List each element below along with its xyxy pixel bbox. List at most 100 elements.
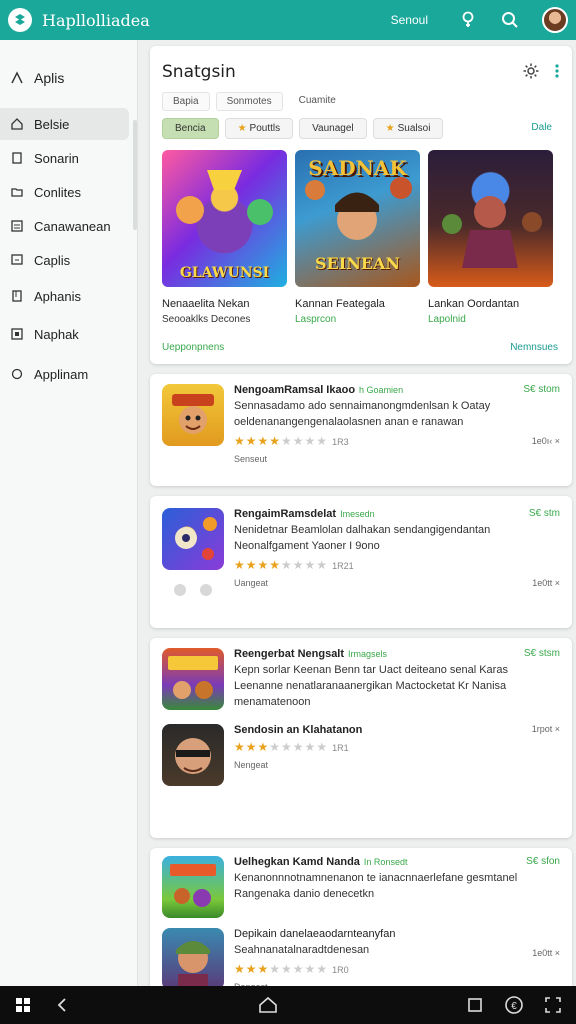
- app-body: Uelhegkan Kamd Nanda In Ronsedt S€ sfon K…: [234, 856, 560, 902]
- sidebar-heading[interactable]: Aplis: [0, 62, 129, 94]
- app-icon: [162, 508, 224, 570]
- chip-bencia[interactable]: Bencia: [162, 118, 219, 139]
- sidebar-item-label: Naphak: [34, 326, 79, 342]
- tile-overlay-title: SEINEAN: [314, 254, 401, 273]
- sidebar: Aplis Belsie Sonarin Conlites Canawanean…: [0, 40, 138, 986]
- tile-name: Kannan Feategala: [295, 298, 385, 310]
- app-description: Kepn sorlar Keenan Benn tar Uact deitean…: [234, 664, 508, 708]
- rating-stars: ★★★★★★★★ 1R1: [234, 740, 349, 754]
- featured-actions: [522, 62, 560, 85]
- app-category: Nengeat: [234, 760, 269, 770]
- app-price: S€ sfon: [526, 856, 560, 867]
- account-label[interactable]: Senoul: [391, 13, 428, 27]
- chip-label: Bencia: [175, 123, 206, 134]
- app-description: Kenanonnnotnamnenanon te ianacnnaerlefan…: [234, 872, 518, 900]
- app-title: Reengerbat Nengsalt Irmagsels: [234, 648, 560, 660]
- app-badges: [174, 584, 212, 596]
- search-icon[interactable]: [500, 10, 520, 30]
- home-icon[interactable]: [257, 994, 279, 1016]
- app-card[interactable]: RengaimRamsdelat Imesedn S€ stm Nenidetna…: [150, 496, 572, 628]
- app-title: Uelhegkan Kamd Nanda In Ronsedt: [234, 856, 560, 868]
- featured-tile-3[interactable]: [428, 150, 553, 287]
- chip-sualsoi[interactable]: ★ Sualsoi: [372, 118, 444, 139]
- app-tag: In Ronsedt: [363, 857, 408, 867]
- back-icon[interactable]: [51, 994, 73, 1016]
- sidebar-scrollbar[interactable]: [133, 120, 137, 230]
- app-body: Reengerbat Nengsalt Irmagsels S€ stsm Kep…: [234, 648, 560, 710]
- app-price: S€ stm: [528, 508, 560, 519]
- sidebar-item-caplis[interactable]: Caplis: [0, 244, 129, 276]
- app-card[interactable]: Reengerbat Nengsalt Irmagsels S€ stsm Kep…: [150, 638, 572, 838]
- tab-sonmotes[interactable]: Sonmotes: [215, 92, 283, 111]
- app-category: Senseut: [234, 454, 268, 464]
- app-description: Seahnanatalnaradtdenesan: [234, 944, 370, 956]
- app-title: Hapllolliadea: [42, 10, 150, 30]
- tile-caption[interactable]: Lankan Oordantan Lapolnid: [428, 296, 553, 328]
- app-name: RengaimRamsdelat: [234, 508, 337, 520]
- gear-icon[interactable]: [522, 62, 540, 85]
- bulb-icon[interactable]: [458, 10, 478, 30]
- app-category: Uangeat: [234, 578, 269, 588]
- sidebar-item-label: Canawanean: [34, 218, 111, 234]
- screenshot-icon[interactable]: [542, 994, 564, 1016]
- featured-card: Snatgsin Bapia Sonmotes Cuamite Bencia ★…: [150, 46, 572, 364]
- see-all-link[interactable]: Dale: [531, 122, 552, 133]
- badge-icon: [200, 584, 212, 596]
- chip-vaunagel[interactable]: Vaunagel: [299, 118, 367, 139]
- sidebar-item-conlites[interactable]: Conlites: [0, 176, 129, 208]
- app-body: RengaimRamsdelat Imesedn S€ stm Nenidetna…: [234, 508, 560, 588]
- media-icon: [10, 327, 24, 341]
- featured-footer-link[interactable]: Uepponpnens: [162, 342, 224, 353]
- grid-icon: [10, 219, 24, 233]
- app-description: Nenidetnar Beamlolan dalhakan sendangige…: [234, 524, 491, 552]
- sidebar-item-label: Belsie: [34, 116, 70, 132]
- featured-more-link[interactable]: Nemnsues: [510, 342, 558, 353]
- tile-subtitle: Lasprcon: [295, 314, 337, 325]
- sidebar-item-applinam[interactable]: Applinam: [0, 358, 129, 390]
- system-nav-bar: €: [0, 986, 576, 1024]
- app-name: Reengerbat Nengsalt: [234, 648, 345, 660]
- app-icon: [162, 928, 224, 990]
- sidebar-item-label: Applinam: [34, 366, 89, 382]
- tab-cuamite[interactable]: Cuamite: [289, 92, 346, 111]
- rating-count: 1R3: [332, 437, 349, 447]
- folder-icon: [10, 185, 24, 199]
- sidebar-item-belsie[interactable]: Belsie: [0, 108, 129, 140]
- tile-subtitle: Seooaklks Decones: [162, 314, 251, 325]
- rating-count: 1R0: [332, 965, 349, 975]
- home-icon: [10, 117, 24, 131]
- filter-chips: Bencia ★ Pouttls Vaunagel ★ Sualsoi: [162, 118, 444, 139]
- sidebar-item-canawanean[interactable]: Canawanean: [0, 210, 129, 242]
- sidebar-item-label: Conlites: [34, 184, 81, 200]
- edge-icon[interactable]: €: [503, 994, 525, 1016]
- app-tag: h Goamien: [359, 385, 404, 395]
- app-card[interactable]: NengoamRamsal Ikaoo h Goamien S€ stom Sen…: [150, 374, 572, 486]
- app-tag: Irmagsels: [348, 649, 388, 659]
- tile-caption[interactable]: Kannan Feategala Lasprcon: [295, 296, 420, 328]
- document-icon: [10, 151, 24, 165]
- app-icon: [162, 856, 224, 918]
- app-size: 1e0tt ×: [532, 948, 560, 958]
- sidebar-item-label: Sonarin: [34, 150, 79, 166]
- tab-bapia[interactable]: Bapia: [162, 92, 210, 111]
- app-icon: [162, 648, 224, 710]
- sidebar-item-aphanis[interactable]: Aphanis: [0, 280, 129, 312]
- windows-start-icon[interactable]: [12, 994, 34, 1016]
- rating-stars: ★★★★★★★★ 1R3: [234, 434, 349, 448]
- tile-caption[interactable]: Nenaaelita Nekan Seooaklks Decones: [162, 296, 287, 328]
- sidebar-item-sonarin[interactable]: Sonarin: [0, 142, 129, 174]
- app-logo-icon[interactable]: [8, 8, 32, 32]
- tile-top-title: SADNAK: [308, 156, 407, 180]
- sidebar-item-naphak[interactable]: Naphak: [0, 318, 129, 350]
- featured-tile-1[interactable]: GLAWUNSI: [162, 150, 287, 287]
- more-options-icon[interactable]: [554, 63, 560, 84]
- app-name: Uelhegkan Kamd Nanda: [234, 856, 360, 868]
- app-icon: [162, 384, 224, 446]
- avatar[interactable]: [542, 7, 568, 33]
- chip-pouttls[interactable]: ★ Pouttls: [224, 118, 294, 139]
- sidebar-item-label: Aphanis: [34, 288, 81, 304]
- star-icon: ★: [385, 123, 395, 134]
- rating-stars: ★★★★★★★★ 1R21: [234, 558, 354, 572]
- recents-icon[interactable]: [464, 994, 486, 1016]
- featured-tile-2[interactable]: SADNAK SEINEAN: [295, 150, 420, 287]
